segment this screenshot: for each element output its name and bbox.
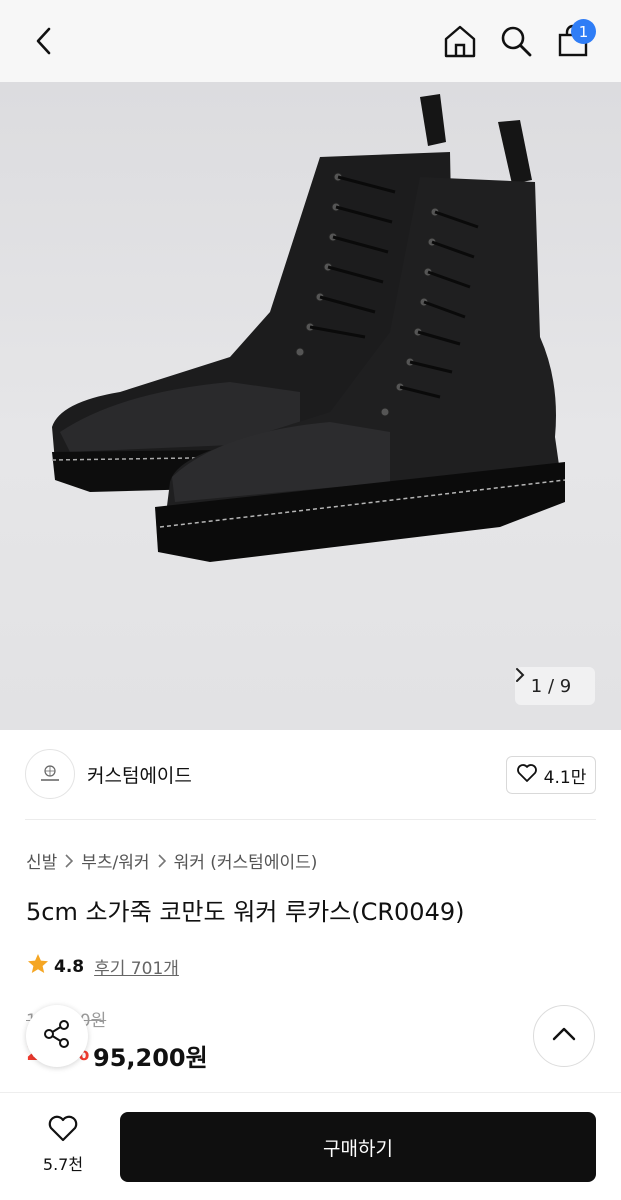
brand-row: 커스텀에이드 4.1만 [25, 749, 596, 801]
chevron-right-icon [158, 853, 166, 868]
chevron-right-icon [65, 853, 74, 868]
breadcrumb-item[interactable]: 워커 (커스텀에이드) [174, 848, 318, 873]
brand-like-count: 4.1만 [543, 767, 587, 788]
product-title: 5cm 소가죽 코만도 워커 루카스(CR0049) [26, 898, 465, 926]
rating-score: 4.8 [54, 956, 85, 977]
sale-price: 95,200원 [93, 1044, 208, 1072]
pager-text: 1 / 9 [530, 675, 572, 697]
search-icon[interactable] [496, 21, 536, 61]
share-icon [41, 1018, 73, 1054]
brand-name[interactable]: 커스텀에이드 [87, 761, 192, 788]
chevron-left-icon[interactable] [24, 21, 64, 61]
brand-like-button[interactable]: 4.1만 [506, 756, 596, 794]
bottom-action-bar: 5.7천 구매하기 [0, 1092, 621, 1200]
star-icon [26, 952, 50, 981]
breadcrumb-item[interactable]: 부츠/워커 [81, 848, 149, 873]
review-count-link[interactable]: 후기 701개 [94, 954, 179, 979]
product-image-gallery[interactable]: 1 / 9 [0, 82, 621, 730]
wishlist-count: 5.7천 [42, 1155, 84, 1174]
home-icon[interactable] [440, 21, 480, 61]
heart-outline-icon [47, 1115, 79, 1147]
wishlist-button[interactable]: 5.7천 [30, 1115, 96, 1175]
section-divider [25, 819, 596, 820]
cart-count-badge: 1 [571, 19, 596, 44]
product-rating: 4.8 후기 701개 [26, 952, 179, 981]
top-navigation-bar: 1 [0, 0, 621, 82]
share-button[interactable] [26, 1005, 88, 1067]
breadcrumb: 신발 부츠/워커 워커 (커스텀에이드) [26, 848, 317, 873]
breadcrumb-item[interactable]: 신발 [26, 848, 57, 873]
brand-logo-icon[interactable] [25, 749, 75, 799]
scroll-to-top-button[interactable] [533, 1005, 595, 1067]
buy-button[interactable]: 구매하기 [120, 1112, 596, 1182]
heart-outline-icon [516, 763, 538, 788]
chevron-up-icon [552, 1026, 576, 1046]
product-image-boots [51, 94, 566, 562]
image-pager[interactable]: 1 / 9 [515, 667, 595, 705]
